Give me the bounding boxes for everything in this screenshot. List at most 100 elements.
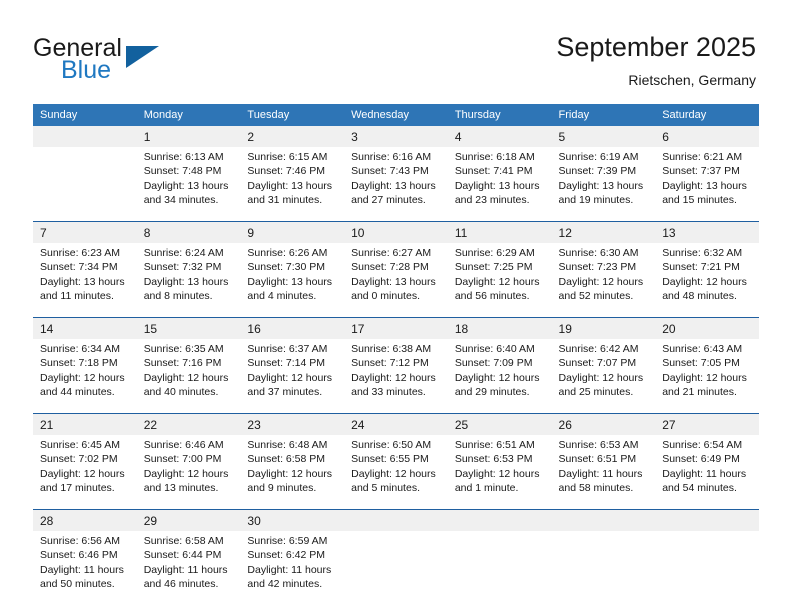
weekday-header-friday: Friday: [551, 104, 656, 126]
day-number-empty: [33, 126, 137, 147]
week-daynumber-row: 21 22 23 24 25 26 27: [33, 414, 759, 435]
day-cell[interactable]: Sunrise: 6:18 AM Sunset: 7:41 PM Daylight:…: [447, 147, 552, 221]
day-number[interactable]: 22: [136, 414, 241, 435]
day-cell[interactable]: Sunrise: 6:13 AM Sunset: 7:48 PM Daylight:…: [136, 147, 241, 221]
day-number[interactable]: 11: [447, 222, 552, 243]
day-number[interactable]: 9: [240, 222, 345, 243]
day-cell[interactable]: Sunrise: 6:40 AM Sunset: 7:09 PM Daylight:…: [447, 339, 552, 413]
triangle-icon: [126, 46, 159, 68]
day-detail-line: Sunrise: 6:48 AM: [247, 439, 328, 451]
day-cell[interactable]: Sunrise: 6:56 AM Sunset: 6:46 PM Daylight:…: [33, 531, 137, 605]
day-detail-line: Sunrise: 6:30 AM: [558, 247, 639, 259]
week-detail-row: Sunrise: 6:23 AM Sunset: 7:34 PM Daylight:…: [33, 243, 759, 317]
day-detail-line: Daylight: 11 hours: [143, 563, 228, 576]
day-cell[interactable]: Sunrise: 6:30 AM Sunset: 7:23 PM Daylight:…: [551, 243, 656, 317]
day-detail-line: Daylight: 13 hours: [351, 179, 436, 192]
day-cell[interactable]: Sunrise: 6:45 AM Sunset: 7:02 PM Daylight:…: [33, 435, 137, 509]
day-number[interactable]: 30: [240, 510, 345, 531]
day-number-empty: [447, 510, 552, 531]
day-number[interactable]: 26: [551, 414, 656, 435]
day-detail-line: Daylight: 11 hours: [558, 467, 643, 480]
day-cell[interactable]: Sunrise: 6:42 AM Sunset: 7:07 PM Daylight:…: [551, 339, 656, 413]
day-detail-line: Sunset: 7:39 PM: [558, 165, 637, 178]
day-cell[interactable]: Sunrise: 6:59 AM Sunset: 6:42 PM Daylight:…: [240, 531, 345, 605]
day-detail-line: Daylight: 12 hours: [454, 467, 540, 480]
day-cell[interactable]: Sunrise: 6:46 AM Sunset: 7:00 PM Daylight:…: [136, 435, 241, 509]
day-detail-line: Daylight: 13 hours: [143, 179, 229, 192]
day-cell[interactable]: Sunrise: 6:24 AM Sunset: 7:32 PM Daylight:…: [136, 243, 241, 317]
day-number[interactable]: 28: [33, 510, 137, 531]
week-detail-row: Sunrise: 6:34 AM Sunset: 7:18 PM Daylight:…: [33, 339, 759, 413]
day-cell[interactable]: Sunrise: 6:38 AM Sunset: 7:12 PM Daylight:…: [344, 339, 448, 413]
day-detail-line: Sunrise: 6:26 AM: [247, 247, 328, 259]
day-detail-line: Daylight: 13 hours: [40, 275, 125, 288]
day-detail-line: Sunrise: 6:58 AM: [143, 535, 224, 547]
day-detail-line: Sunset: 6:55 PM: [351, 453, 429, 466]
day-cell[interactable]: Sunrise: 6:48 AM Sunset: 6:58 PM Daylight:…: [240, 435, 345, 509]
day-cell[interactable]: Sunrise: 6:54 AM Sunset: 6:49 PM Daylight:…: [655, 435, 759, 509]
day-cell[interactable]: Sunrise: 6:35 AM Sunset: 7:16 PM Daylight:…: [136, 339, 241, 413]
day-cell[interactable]: Sunrise: 6:27 AM Sunset: 7:28 PM Daylight:…: [344, 243, 448, 317]
day-cell[interactable]: Sunrise: 6:50 AM Sunset: 6:55 PM Daylight:…: [344, 435, 448, 509]
day-number[interactable]: 16: [240, 318, 345, 339]
day-detail-line: Sunrise: 6:29 AM: [454, 247, 535, 259]
day-number[interactable]: 1: [136, 126, 241, 147]
day-number[interactable]: 12: [551, 222, 656, 243]
day-detail-line: Sunset: 7:48 PM: [143, 165, 222, 178]
day-cell[interactable]: Sunrise: 6:37 AM Sunset: 7:14 PM Daylight:…: [240, 339, 345, 413]
day-number[interactable]: 14: [33, 318, 137, 339]
calendar-head: Sunday Monday Tuesday Wednesday Thursday…: [33, 104, 759, 126]
day-cell[interactable]: Sunrise: 6:29 AM Sunset: 7:25 PM Daylight:…: [447, 243, 552, 317]
day-detail-line: Sunrise: 6:34 AM: [40, 343, 120, 355]
day-number[interactable]: 21: [33, 414, 137, 435]
day-number[interactable]: 5: [551, 126, 656, 147]
day-number[interactable]: 2: [240, 126, 345, 147]
day-number[interactable]: 24: [344, 414, 448, 435]
day-cell[interactable]: Sunrise: 6:23 AM Sunset: 7:34 PM Daylight:…: [33, 243, 137, 317]
day-number[interactable]: 29: [136, 510, 241, 531]
day-detail-line: Daylight: 12 hours: [454, 371, 540, 384]
day-cell[interactable]: Sunrise: 6:34 AM Sunset: 7:18 PM Daylight:…: [33, 339, 137, 413]
day-cell[interactable]: Sunrise: 6:15 AM Sunset: 7:46 PM Daylight:…: [240, 147, 345, 221]
day-detail-line: and 40 minutes.: [143, 385, 219, 398]
day-cell[interactable]: Sunrise: 6:21 AM Sunset: 7:37 PM Daylight:…: [655, 147, 759, 221]
day-cell-empty: [551, 531, 656, 605]
day-number[interactable]: 20: [655, 318, 759, 339]
page-title: September 2025: [556, 32, 756, 62]
day-number[interactable]: 19: [551, 318, 656, 339]
day-detail-line: Sunrise: 6:42 AM: [558, 343, 639, 355]
day-cell-empty: [344, 531, 448, 605]
general-blue-logo[interactable]: General Blue: [33, 34, 253, 90]
day-cell[interactable]: Sunrise: 6:32 AM Sunset: 7:21 PM Daylight:…: [655, 243, 759, 317]
day-number[interactable]: 7: [33, 222, 137, 243]
day-detail-line: and 5 minutes.: [351, 481, 420, 494]
day-detail-line: and 50 minutes.: [40, 577, 115, 590]
day-number[interactable]: 17: [344, 318, 448, 339]
day-number[interactable]: 27: [655, 414, 759, 435]
day-number[interactable]: 13: [655, 222, 759, 243]
location-subtitle: Rietschen, Germany: [628, 72, 756, 88]
day-number[interactable]: 18: [447, 318, 552, 339]
day-cell[interactable]: Sunrise: 6:51 AM Sunset: 6:53 PM Daylight:…: [447, 435, 552, 509]
day-detail-line: Daylight: 13 hours: [454, 179, 540, 192]
day-number[interactable]: 3: [344, 126, 448, 147]
calendar-table: Sunday Monday Tuesday Wednesday Thursday…: [33, 104, 759, 605]
day-number[interactable]: 23: [240, 414, 345, 435]
day-number[interactable]: 15: [136, 318, 241, 339]
day-cell[interactable]: Sunrise: 6:58 AM Sunset: 6:44 PM Daylight:…: [136, 531, 241, 605]
day-detail-line: Daylight: 12 hours: [40, 371, 125, 384]
weekday-header-wednesday: Wednesday: [344, 104, 448, 126]
day-number[interactable]: 25: [447, 414, 552, 435]
day-number[interactable]: 8: [136, 222, 241, 243]
day-number[interactable]: 10: [344, 222, 448, 243]
day-detail-line: Sunset: 7:30 PM: [247, 261, 326, 274]
day-number[interactable]: 4: [447, 126, 552, 147]
day-cell[interactable]: Sunrise: 6:26 AM Sunset: 7:30 PM Daylight:…: [240, 243, 345, 317]
day-detail-line: Sunrise: 6:51 AM: [454, 439, 535, 451]
day-cell[interactable]: Sunrise: 6:19 AM Sunset: 7:39 PM Daylight:…: [551, 147, 656, 221]
day-cell[interactable]: Sunrise: 6:16 AM Sunset: 7:43 PM Daylight:…: [344, 147, 448, 221]
day-cell[interactable]: Sunrise: 6:43 AM Sunset: 7:05 PM Daylight:…: [655, 339, 759, 413]
day-number[interactable]: 6: [655, 126, 759, 147]
day-cell[interactable]: Sunrise: 6:53 AM Sunset: 6:51 PM Daylight:…: [551, 435, 656, 509]
day-cell-empty: [447, 531, 552, 605]
